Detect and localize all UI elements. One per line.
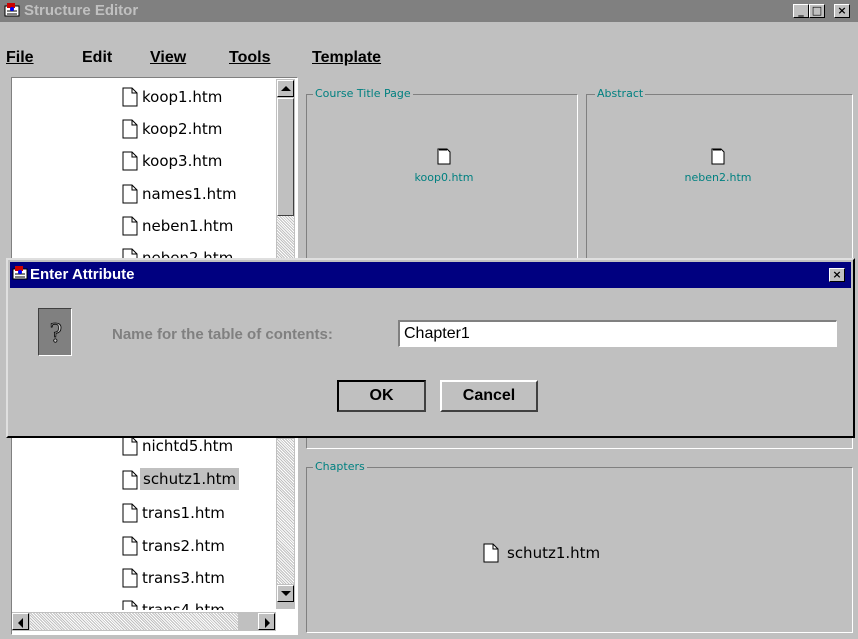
scroll-left-button[interactable] — [12, 613, 29, 630]
file-tile[interactable]: koop0.htm — [389, 147, 499, 197]
file-icon — [122, 536, 138, 556]
cancel-label: Cancel — [462, 387, 516, 404]
maximize-icon: □ — [811, 4, 823, 17]
file-label: neben2.htm — [142, 249, 234, 258]
file-icon — [711, 148, 725, 165]
file-label: trans2.htm — [142, 537, 225, 555]
app-icon — [4, 3, 20, 19]
enter-attribute-dialog: Enter Attribute × ? Name for the table o… — [6, 258, 855, 438]
chapters-group: Chapters schutz1.htm — [306, 460, 853, 633]
file-label: koop1.htm — [142, 88, 223, 106]
file-label: koop0.htm — [414, 171, 474, 184]
scroll-up-button[interactable] — [277, 80, 294, 97]
file-icon — [122, 568, 138, 588]
dialog-title-bar[interactable]: Enter Attribute × — [10, 262, 851, 288]
close-icon: × — [837, 4, 847, 17]
abstract-group: Abstract neben2.htm — [586, 87, 853, 261]
dialog-prompt: Name for the table of contents: — [112, 326, 333, 343]
menu-view[interactable]: View — [150, 49, 186, 67]
arrow-down-icon — [280, 591, 291, 596]
file-label: schutz1.htm — [140, 468, 240, 490]
group-title: Abstract — [595, 87, 646, 100]
menu-edit[interactable]: Edit — [82, 49, 112, 67]
dialog-title: Enter Attribute — [30, 266, 135, 283]
window-title: Structure Editor — [24, 2, 139, 19]
file-icon — [122, 600, 138, 610]
file-label: nichtd5.htm — [142, 438, 234, 455]
arrow-left-icon — [18, 618, 23, 628]
group-title: Course Title Page — [313, 87, 413, 100]
scroll-thumb[interactable] — [277, 98, 294, 216]
maximize-button[interactable]: □ — [809, 4, 825, 18]
file-label: names1.htm — [142, 185, 237, 203]
minimize-button[interactable]: _ — [793, 4, 809, 18]
menu-tools[interactable]: Tools — [229, 49, 270, 67]
file-label: neben1.htm — [142, 217, 234, 235]
file-icon — [122, 184, 138, 204]
file-label: neben2.htm — [684, 171, 752, 184]
dialog-close-button[interactable]: × — [829, 268, 845, 282]
file-label: schutz1.htm — [507, 544, 601, 562]
minimize-icon: _ — [798, 4, 804, 17]
file-icon — [122, 216, 138, 236]
close-icon: × — [832, 268, 842, 281]
scroll-down-button[interactable] — [277, 585, 294, 602]
main-title-bar[interactable]: Structure Editor _ □ × — [0, 0, 858, 22]
file-icon — [122, 151, 138, 171]
app-icon — [12, 266, 28, 282]
scroll-track[interactable] — [277, 439, 294, 584]
file-label: koop3.htm — [142, 152, 223, 170]
ok-label: OK — [369, 387, 394, 404]
file-tile[interactable]: neben2.htm — [663, 147, 773, 197]
arrow-up-icon — [280, 86, 291, 91]
file-tree-top: koop1.htm koop2.htm koop3.htm names1.htm… — [12, 80, 275, 258]
toc-name-input[interactable] — [398, 320, 837, 347]
file-icon — [122, 248, 138, 258]
horizontal-scrollbar[interactable] — [12, 612, 276, 631]
file-icon — [122, 470, 138, 490]
file-icon — [437, 148, 451, 165]
group-title: Chapters — [313, 460, 367, 473]
file-icon — [122, 438, 138, 456]
question-icon: ? — [38, 308, 72, 356]
file-label: trans1.htm — [142, 504, 225, 522]
ok-button[interactable]: OK — [337, 380, 426, 412]
file-label: trans3.htm — [142, 569, 225, 587]
file-icon — [122, 87, 138, 107]
file-label: koop2.htm — [142, 120, 223, 138]
file-tree-bottom: nichtd5.htm schutz1.htm trans1.htm trans… — [12, 438, 275, 610]
scroll-track[interactable] — [30, 613, 238, 630]
scroll-right-button[interactable] — [258, 613, 275, 630]
menu-template[interactable]: Template — [312, 49, 381, 67]
course-title-group: Course Title Page koop0.htm — [306, 87, 578, 261]
file-icon — [122, 119, 138, 139]
menu-file[interactable]: File — [6, 49, 34, 67]
file-label: trans4.htm — [142, 601, 225, 610]
arrow-right-icon — [265, 618, 270, 628]
close-button[interactable]: × — [834, 4, 850, 18]
file-icon — [483, 543, 499, 563]
cancel-button[interactable]: Cancel — [440, 380, 538, 412]
file-icon — [122, 503, 138, 523]
menu-bar: File Edit View Tools Template — [0, 22, 858, 76]
svg-text:?: ? — [50, 318, 62, 349]
